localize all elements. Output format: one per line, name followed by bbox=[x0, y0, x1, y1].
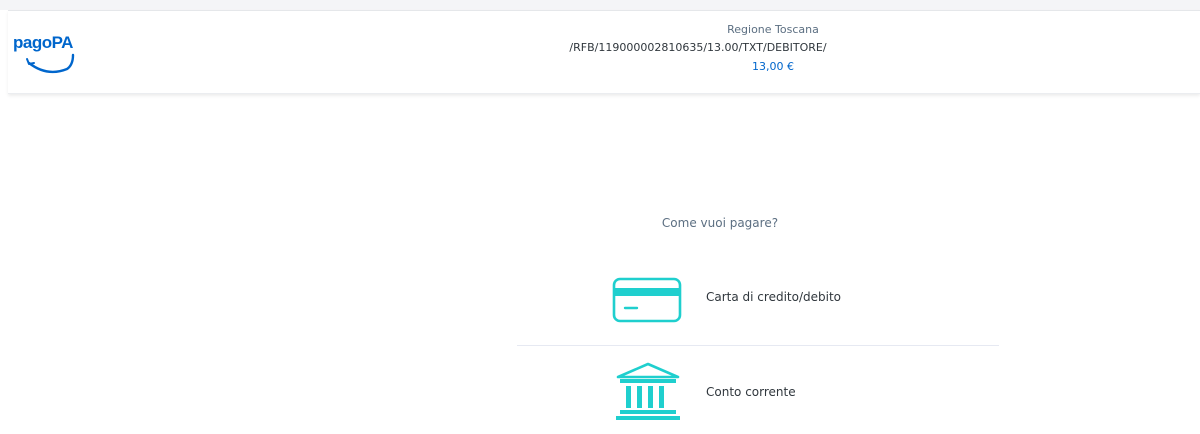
pagopa-logo[interactable]: pagoPA bbox=[13, 33, 83, 81]
credit-card-icon bbox=[612, 277, 682, 327]
bank-icon bbox=[612, 361, 684, 427]
option-credit-card-label: Carta di credito/debito bbox=[706, 290, 841, 304]
payment-reason: /RFB/119000002810635/13.00/TXT/DEBITORE/ bbox=[569, 41, 827, 54]
payment-amount: 13,00 € bbox=[752, 60, 794, 73]
option-bank-account[interactable]: Conto corrente bbox=[517, 346, 999, 434]
creditor-name: Regione Toscana bbox=[727, 23, 819, 36]
top-strip bbox=[0, 0, 1200, 10]
option-bank-account-label: Conto corrente bbox=[706, 385, 796, 399]
option-credit-card[interactable]: Carta di credito/debito bbox=[517, 270, 999, 346]
payment-method-question: Come vuoi pagare? bbox=[661, 216, 779, 230]
logo-arc-icon bbox=[26, 53, 75, 74]
payment-header: pagoPA Regione Toscana /RFB/119000002810… bbox=[8, 10, 1200, 94]
